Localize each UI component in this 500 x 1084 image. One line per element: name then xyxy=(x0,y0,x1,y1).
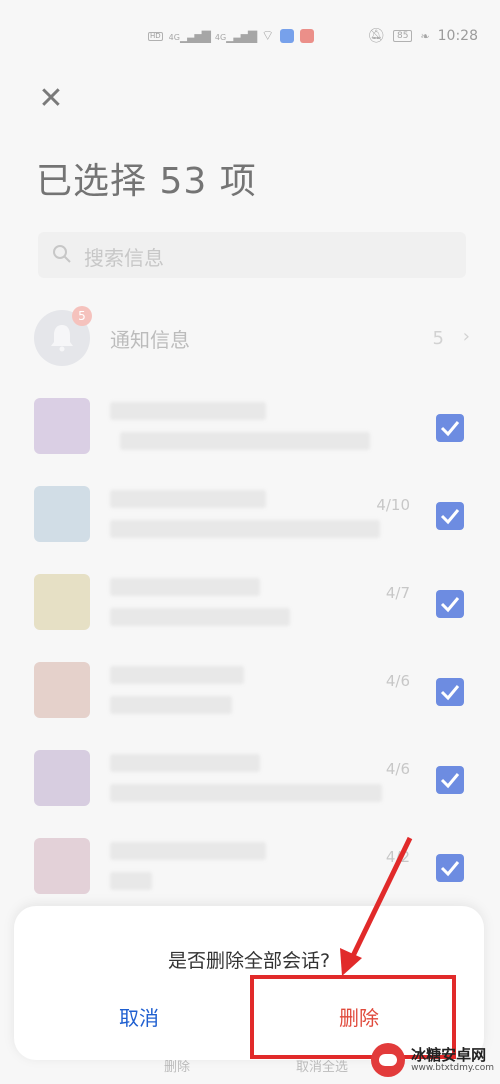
dialog-message: 是否删除全部会话? xyxy=(167,950,331,972)
watermark-name: 冰糖安卓网 xyxy=(411,1046,487,1064)
watermark-logo-icon xyxy=(371,1043,406,1077)
watermark: 冰糖安卓网 www.btxtdmy.com xyxy=(371,1040,494,1080)
watermark-url: www.btxtdmy.com xyxy=(411,1063,494,1073)
screen: HD 4G▁▃▅▇ 4G▁▃▅▇ ⌔ 🔕︎ 85 ❧ 10:28 ✕ 已选择 5… xyxy=(0,0,500,1084)
watermark-text-block: 冰糖安卓网 www.btxtdmy.com xyxy=(411,1047,494,1073)
cancel-button[interactable]: 取消 xyxy=(74,998,204,1038)
